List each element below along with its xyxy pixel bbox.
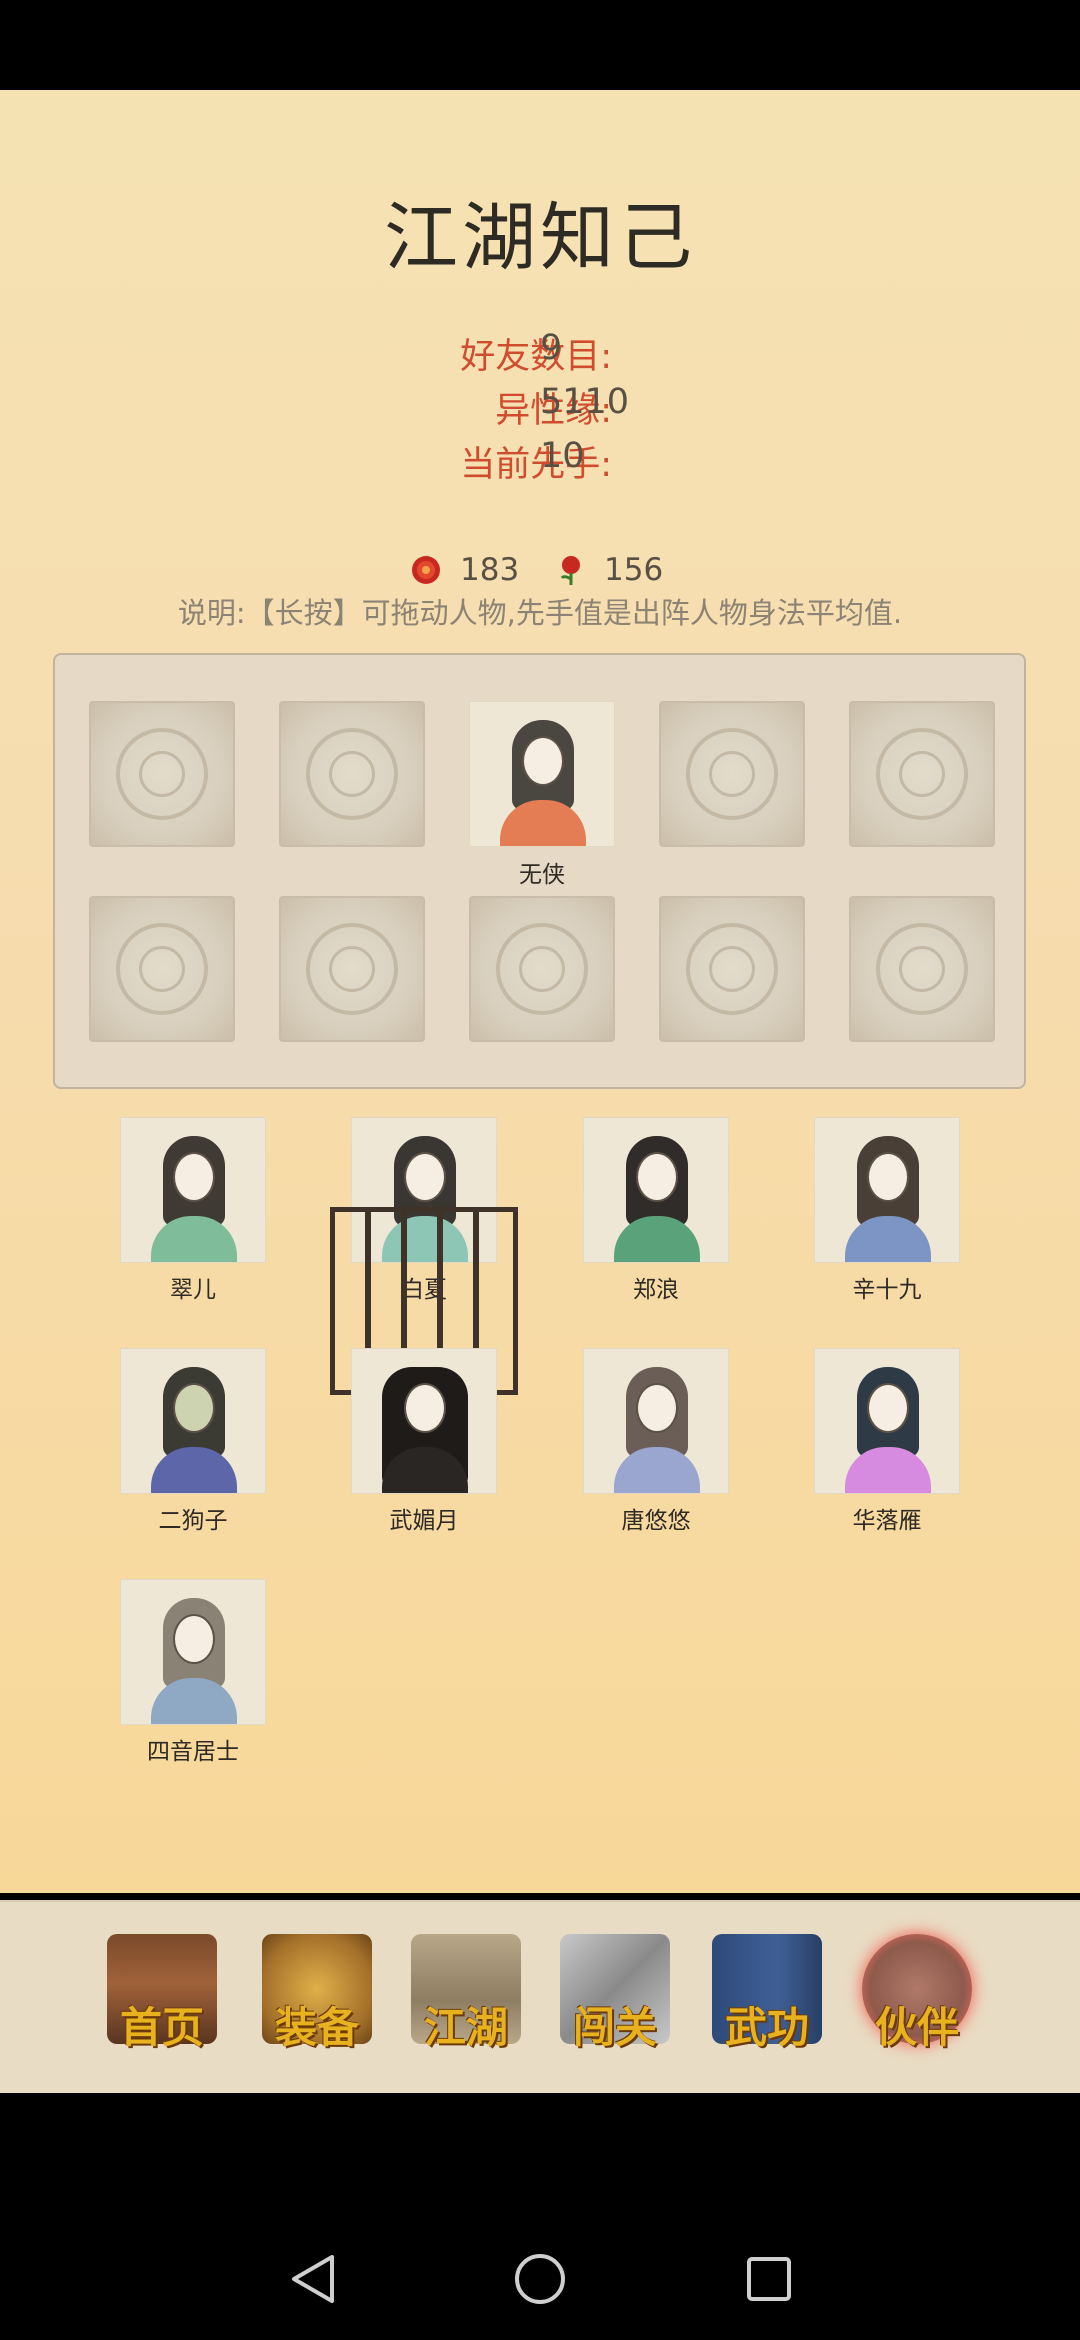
- portrait-face: [867, 1152, 909, 1202]
- portrait-face: [522, 736, 564, 786]
- character-card[interactable]: [120, 1579, 266, 1725]
- nav-equipment-label: 装备: [274, 2003, 359, 2052]
- formation-slot[interactable]: [849, 701, 995, 847]
- nav-equipment[interactable]: 装备: [252, 1934, 382, 2064]
- companions-screen: 江湖知己 好友数目: 9 异性缘: 5110 当前先手: 10 183 156 …: [0, 90, 1080, 2095]
- rose-count: 156: [604, 552, 664, 588]
- formation-slot[interactable]: [469, 896, 615, 1042]
- nav-martial-arts-label: 武功: [724, 2003, 809, 2052]
- nav-companions[interactable]: 伙伴: [852, 1934, 982, 2064]
- status-bar: [0, 0, 1080, 90]
- portrait-face: [867, 1383, 909, 1433]
- initiative-label: 当前先手:: [460, 445, 612, 485]
- formation-slot[interactable]: [279, 896, 425, 1042]
- formation-slot[interactable]: [89, 896, 235, 1042]
- portrait-clothes: [151, 1678, 237, 1724]
- portrait-face: [636, 1383, 678, 1433]
- portrait-face: [404, 1383, 446, 1433]
- character-name: 唐悠悠: [621, 1508, 691, 1534]
- character-name: 武媚月: [389, 1508, 459, 1534]
- character-name: 华落雁: [852, 1508, 922, 1534]
- bottom-nav: 首页 装备 江湖 闯关 武功 伙伴: [0, 1900, 1080, 2095]
- character-card[interactable]: [814, 1117, 960, 1263]
- friend-count-value: 9: [540, 328, 563, 368]
- page-title: 江湖知己: [384, 195, 696, 281]
- instruction-note: 说明:【长按】可拖动人物,先手值是出阵人物身法平均值.: [177, 596, 903, 630]
- formation-slot[interactable]: [89, 701, 235, 847]
- character-name: 四音居士: [147, 1739, 239, 1765]
- formation-slot[interactable]: [849, 896, 995, 1042]
- orb-count: 183: [460, 552, 520, 588]
- nav-challenge[interactable]: 闯关: [550, 1934, 680, 2064]
- character-card[interactable]: [120, 1117, 266, 1263]
- rose-currency: 156: [556, 545, 663, 595]
- portrait-face: [636, 1152, 678, 1202]
- nav-jianghu[interactable]: 江湖: [401, 1934, 531, 2064]
- character-card[interactable]: [583, 1117, 729, 1263]
- formation-slot[interactable]: [659, 896, 805, 1042]
- portrait-face: [404, 1152, 446, 1202]
- nav-home-label: 首页: [119, 2003, 204, 2052]
- friend-count-label: 好友数目:: [460, 337, 612, 377]
- character-name: 二狗子: [158, 1508, 228, 1534]
- charm-value: 5110: [540, 382, 630, 422]
- portrait-face: [173, 1383, 215, 1433]
- orb-currency: 183: [410, 545, 519, 595]
- nav-jianghu-label: 江湖: [423, 2003, 508, 2052]
- portrait-clothes: [614, 1447, 700, 1493]
- nav-home[interactable]: 首页: [97, 1934, 227, 2064]
- character-card[interactable]: [814, 1348, 960, 1494]
- portrait-clothes: [151, 1447, 237, 1493]
- character-card[interactable]: [583, 1348, 729, 1494]
- red-orb-icon: [412, 556, 440, 584]
- formation-panel: 无侠: [53, 653, 1026, 1089]
- portrait-clothes: [845, 1447, 931, 1493]
- formation-slot[interactable]: [659, 701, 805, 847]
- character-card[interactable]: [351, 1348, 497, 1494]
- portrait-clothes: [614, 1216, 700, 1262]
- formation-slot-name: 无侠: [519, 862, 565, 888]
- portrait-face: [173, 1152, 215, 1202]
- portrait-clothes: [151, 1216, 237, 1262]
- initiative-value: 10: [540, 436, 585, 476]
- back-icon[interactable]: [288, 2253, 336, 2305]
- character-name: 翠儿: [170, 1277, 216, 1303]
- system-nav-bar: [0, 2093, 1080, 2340]
- formation-slot-occupied[interactable]: [469, 701, 615, 847]
- recents-icon[interactable]: [746, 2256, 792, 2302]
- character-card[interactable]: [120, 1348, 266, 1494]
- portrait-clothes: [845, 1216, 931, 1262]
- home-icon[interactable]: [514, 2253, 566, 2305]
- character-name: 辛十九: [852, 1277, 922, 1303]
- nav-companions-label: 伙伴: [874, 2003, 959, 2052]
- nav-martial-arts[interactable]: 武功: [702, 1934, 832, 2064]
- character-name: 郑浪: [633, 1277, 679, 1303]
- portrait-clothes: [500, 800, 586, 846]
- charm-label: 异性缘:: [495, 391, 612, 431]
- nav-challenge-label: 闯关: [572, 2003, 657, 2052]
- formation-slot[interactable]: [279, 701, 425, 847]
- portrait-face: [173, 1614, 215, 1664]
- rose-icon: [560, 556, 580, 585]
